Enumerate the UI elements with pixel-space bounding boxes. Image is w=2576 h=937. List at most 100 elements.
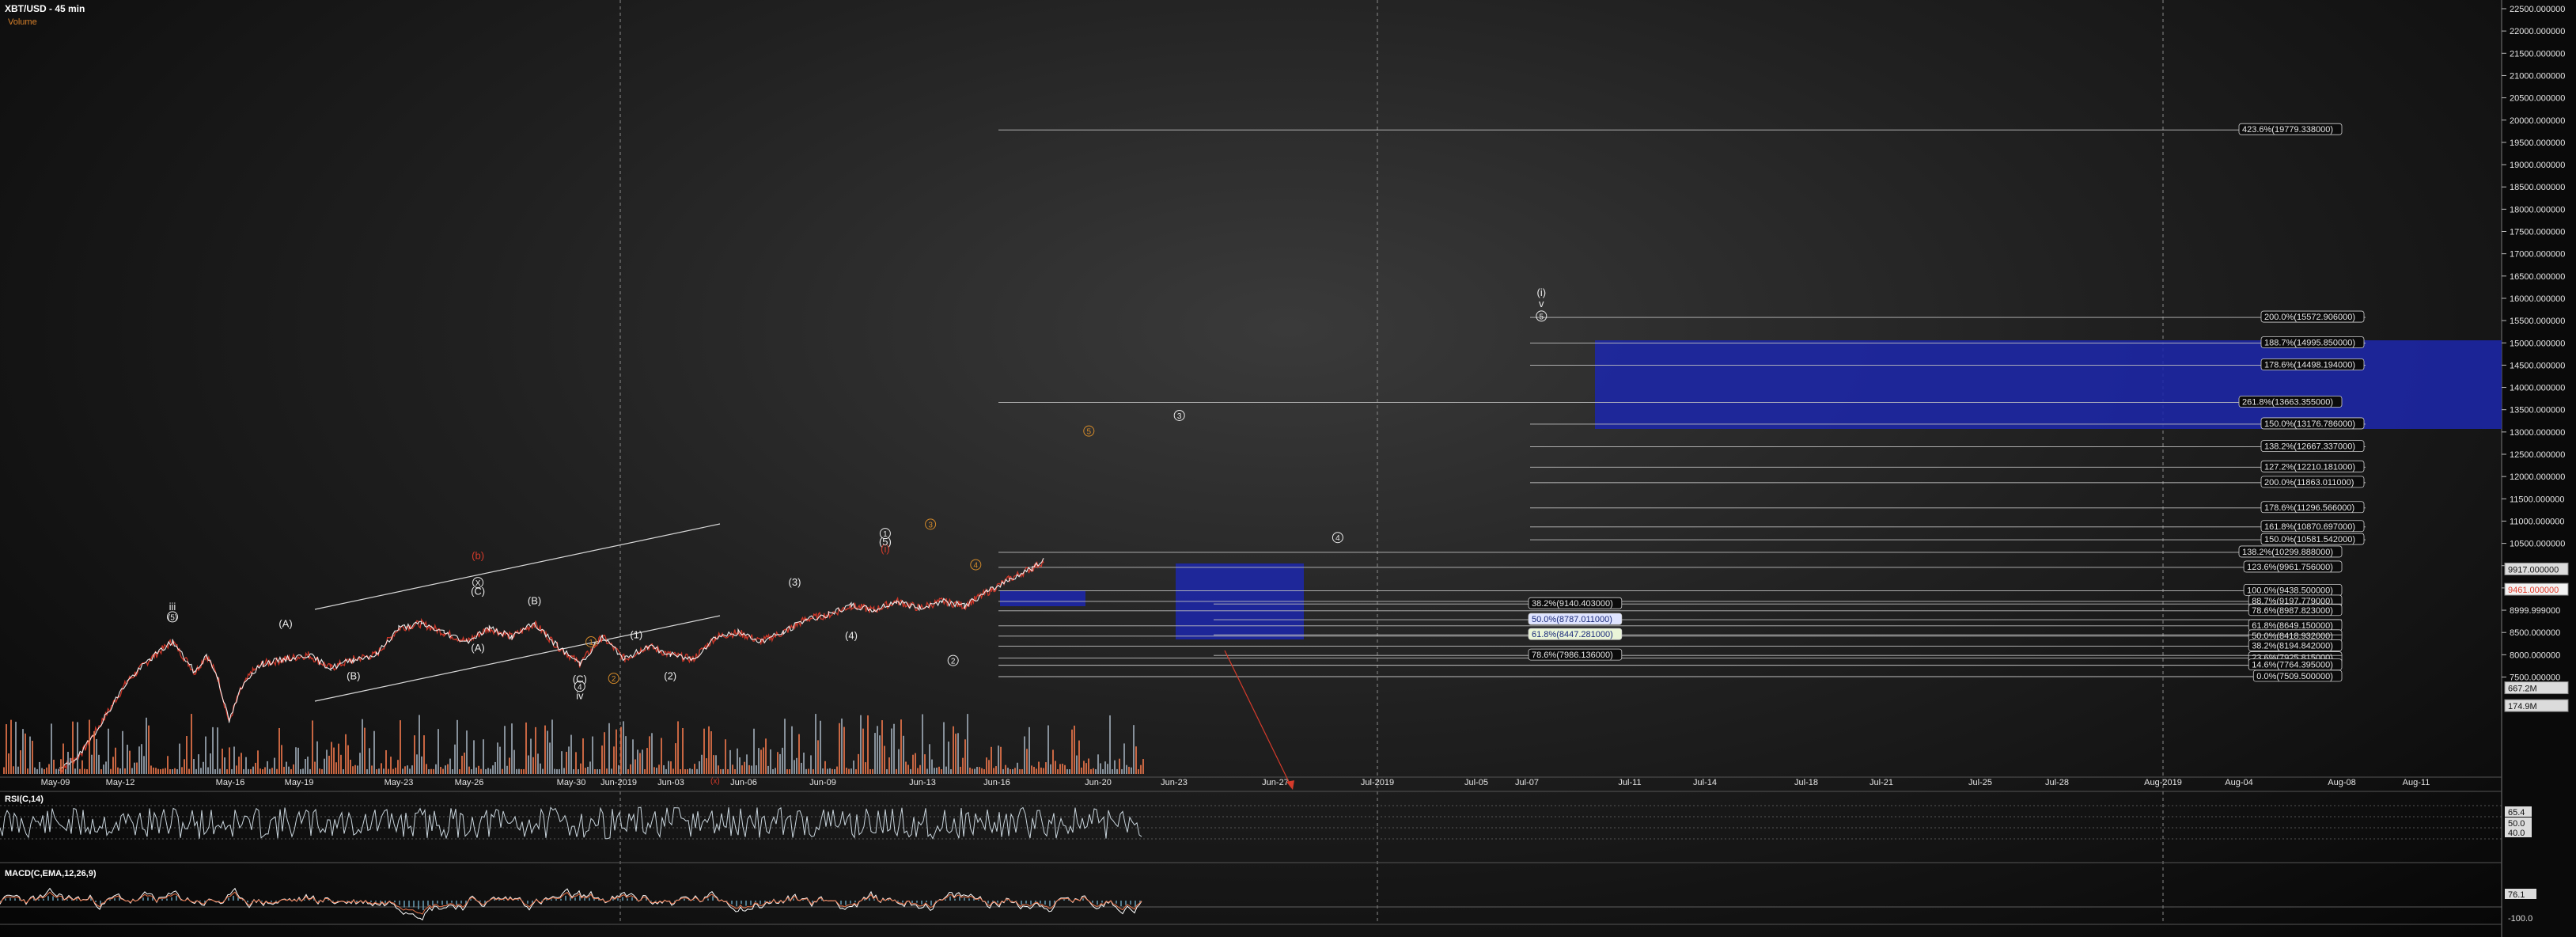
price-axis-marker: 9917.000000 (2504, 562, 2569, 575)
volume-bar (753, 728, 755, 774)
volume-bar (419, 715, 420, 774)
macd-histogram-bar (57, 898, 59, 901)
volume-bar (841, 718, 843, 774)
price-chart[interactable]: 22500.00000022000.00000021500.0000002100… (0, 0, 2576, 937)
volume-bar (796, 757, 797, 774)
price-marker-text: 174.9M (2508, 702, 2537, 711)
fib-label-text: 178.6%(11296.566000) (2264, 503, 2354, 513)
volume-bar (179, 743, 180, 774)
volume-bar (563, 768, 565, 774)
fib-label-text: 150.0%(13176.786000) (2264, 419, 2355, 429)
volume-bar (986, 757, 987, 774)
volume-bar (1055, 761, 1056, 774)
volume-bar (687, 768, 688, 774)
volume-bar (741, 765, 743, 774)
fib-level-label: 178.6%(14498.194000) (2260, 358, 2365, 370)
y-tick-label: 15000.000000 (2510, 339, 2565, 348)
volume-bar (131, 768, 133, 774)
wave-label: (4) (845, 630, 858, 642)
wave-label: 4 (1335, 534, 1340, 543)
volume-bar (1045, 762, 1047, 774)
volume-bar (200, 768, 202, 774)
macd-histogram-bar (95, 901, 97, 903)
macd-histogram-bar (1135, 901, 1136, 907)
macd-histogram-bar (427, 901, 429, 906)
volume-bar (960, 766, 961, 774)
volume-bar (1012, 768, 1013, 774)
volume-bar (983, 768, 985, 774)
volume-bar (1014, 768, 1016, 774)
volume-bar (1142, 759, 1144, 774)
volume-bar (411, 765, 413, 774)
macd-label: -100.0 (2508, 914, 2532, 924)
x-tick-label: Jun-09 (809, 778, 836, 787)
volume-bar (475, 767, 477, 774)
volume-bar (815, 714, 816, 774)
volume-bar (1019, 768, 1021, 774)
small-zone-box (1000, 590, 1085, 606)
volume-bar (274, 757, 275, 774)
y-tick-label: 19500.000000 (2510, 138, 2565, 148)
volume-bar (297, 747, 299, 774)
volume-bar (917, 768, 919, 774)
volume-bar (725, 739, 726, 774)
wave-label: 5 (1087, 428, 1092, 437)
macd-histogram-bar (745, 901, 747, 906)
macd-histogram-bar (565, 895, 566, 901)
macd-histogram-bar (1025, 901, 1027, 904)
volume-bar (620, 726, 622, 774)
macd-histogram-bar (1120, 901, 1122, 907)
fib-level-label: 161.8%(10870.697000) (2260, 520, 2365, 533)
volume-bar (1097, 754, 1099, 774)
volume-bar (428, 768, 430, 774)
volume-bar (1007, 768, 1009, 774)
volume-bar (639, 753, 641, 774)
volume-bar (1029, 726, 1030, 774)
y-tick-label: 21500.000000 (2510, 49, 2565, 59)
volume-bar (438, 729, 439, 774)
volume-bar (635, 759, 636, 774)
volume-bar (789, 768, 790, 774)
x-tick-label: Jun-06 (730, 778, 757, 787)
volume-bar (625, 736, 627, 774)
macd-histogram-bar (385, 901, 386, 904)
x-tick-label: Jul-07 (1515, 778, 1539, 787)
volume-bar (466, 730, 468, 774)
volume-bar (981, 768, 983, 774)
volume-bar (589, 761, 591, 774)
rsi-line (0, 806, 1142, 840)
fib-label-text: 38.2%(9140.403000) (1532, 599, 1613, 609)
volume-bar (794, 760, 795, 774)
volume-bar (751, 765, 752, 774)
macd-histogram-bar (1035, 901, 1036, 902)
y-tick-label: 14000.000000 (2510, 384, 2565, 393)
wave-label: 3 (928, 521, 933, 529)
price-axis-marker: 667.2M (2504, 681, 2569, 695)
macd-histogram-bar (1082, 898, 1084, 901)
x-tick-label: Jul-28 (2045, 778, 2069, 787)
volume-bar (1107, 764, 1108, 774)
wave-label: (B) (347, 670, 360, 681)
volume-bar (134, 762, 135, 774)
y-tick-label: 8999.999000 (2510, 606, 2560, 616)
y-tick-label: 12500.000000 (2510, 450, 2565, 460)
volume-bar (767, 765, 769, 774)
volume-bar (271, 768, 273, 774)
volume-bar (269, 768, 271, 774)
price-axis-marker: 174.9M (2504, 699, 2569, 712)
volume-bar (1078, 740, 1080, 774)
volume-bar (324, 758, 325, 774)
wave-label: (A) (278, 617, 292, 629)
macd-histogram-bar (432, 901, 434, 906)
macd-histogram-bar (5, 898, 6, 901)
macd-histogram-bar (114, 898, 116, 901)
volume-bar (658, 764, 660, 774)
volume-bar (124, 768, 126, 774)
volume-bar (637, 749, 638, 774)
macd-histogram-bar (1006, 899, 1008, 901)
volume-bar (347, 745, 349, 774)
volume-bar (86, 768, 88, 774)
volume-bar (1085, 763, 1087, 774)
wave-label: 2 (612, 675, 616, 684)
volume-bar (869, 768, 871, 774)
